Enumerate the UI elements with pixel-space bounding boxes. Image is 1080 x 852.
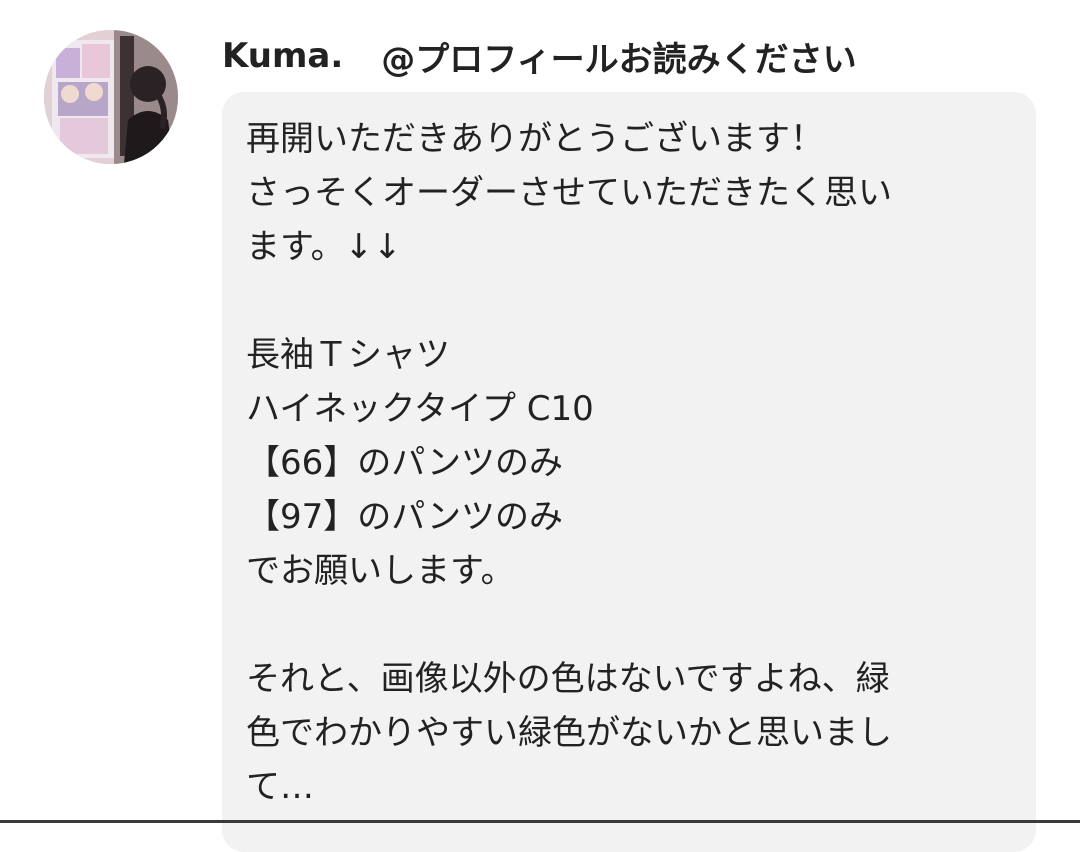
comment-message: 再開いただきありがとうございます！ さっそくオーダーさせていただきたく思い ます。↓… [246,112,1006,814]
message-line: て… [246,767,314,807]
user-name[interactable]: Kuma. [222,36,343,76]
user-handle: @プロフィールお読みください [381,39,857,80]
message-line [246,274,1006,328]
message-line: それと、画像以外の色はないですよね、緑 [246,659,890,699]
comment-bubble: 再開いただきありがとうございます！ さっそくオーダーさせていただきたく思い ます。↓… [222,92,1036,852]
avatar-photo [44,30,178,164]
message-line: でお願いします。 [246,551,515,591]
message-line [246,598,1006,652]
message-line: 【97】のパンツのみ [246,497,563,537]
message-line: 色でわかりやすい緑色がないかと思いまし [246,713,892,753]
message-line: ます。↓↓ [246,227,402,267]
comment-header: Kuma. @プロフィールお読みください [222,30,857,82]
message-line: ハイネックタイプ C10 [246,389,594,429]
message-line: 【66】のパンツのみ [246,443,563,483]
message-line: さっそくオーダーさせていただきたく思い [246,173,892,213]
message-line: 長袖Ｔシャツ [246,335,450,375]
message-line: 再開いただきありがとうございます！ [246,119,824,159]
user-avatar[interactable] [44,30,178,164]
